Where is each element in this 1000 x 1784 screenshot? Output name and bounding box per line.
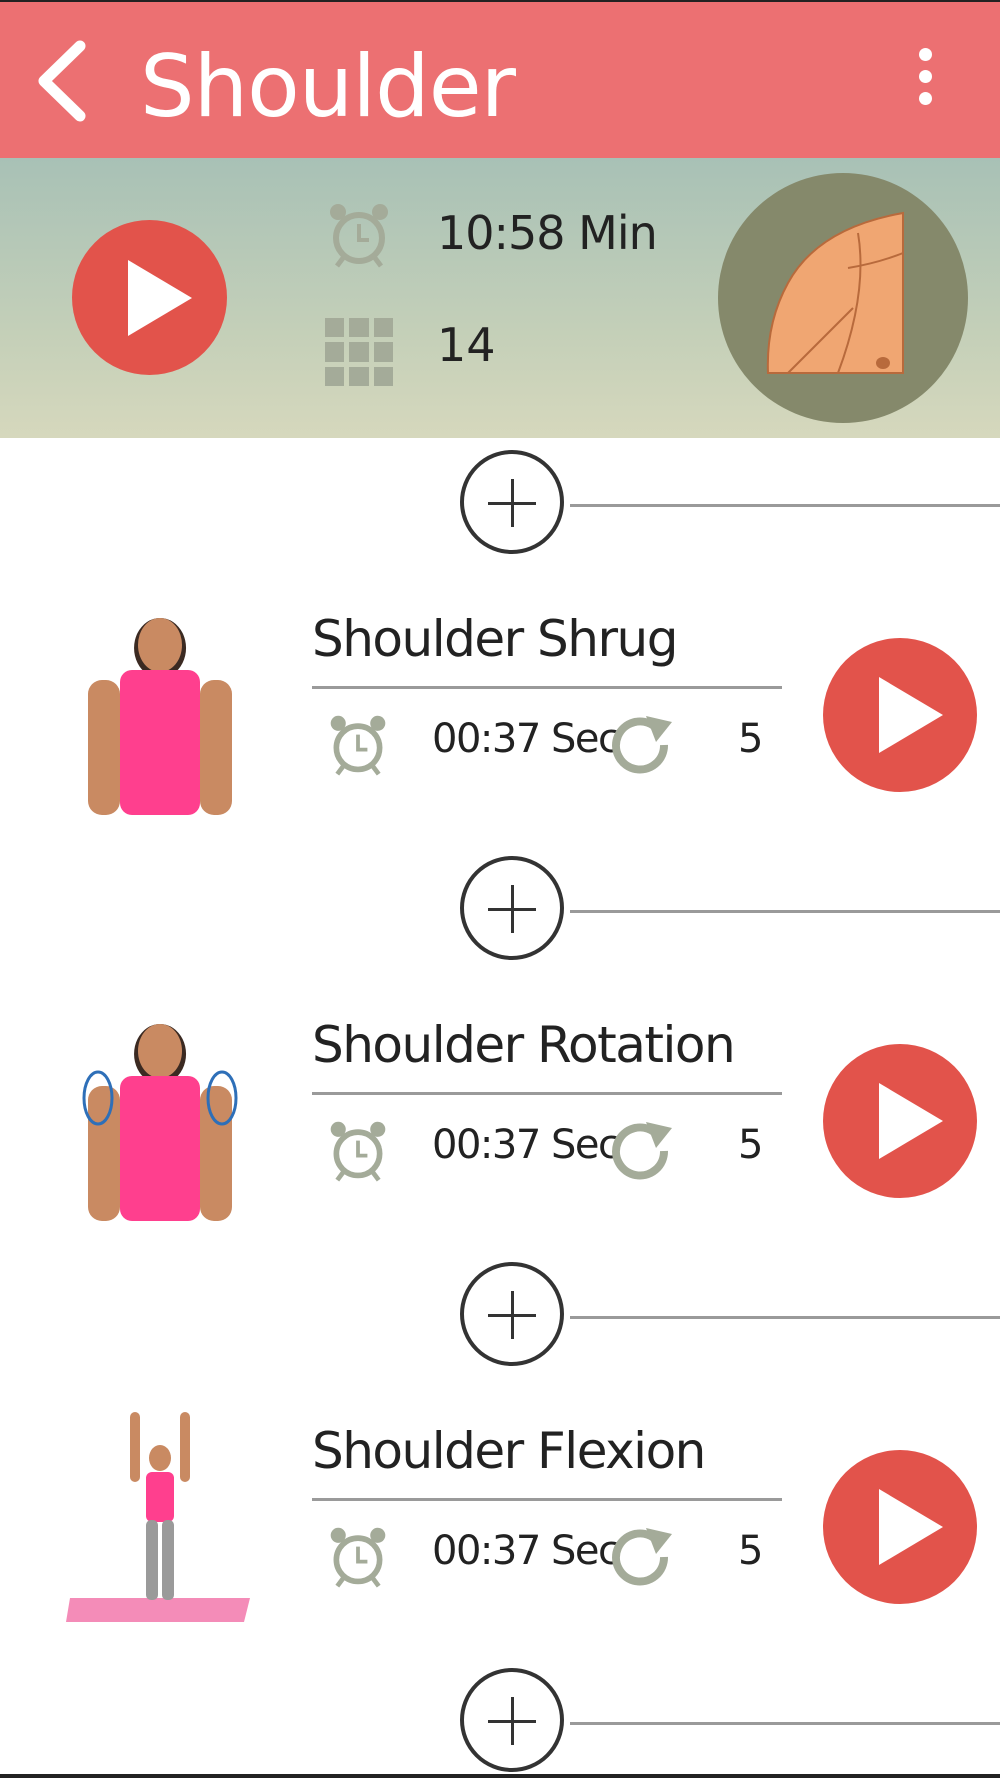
add-separator — [0, 1258, 1000, 1378]
repeat-icon — [612, 1122, 672, 1180]
exercise-name: Shoulder Flexion — [312, 1422, 706, 1480]
exercise-thumbnail — [66, 1412, 250, 1622]
repeat-icon — [612, 1528, 672, 1586]
play-exercise-button[interactable] — [823, 638, 977, 792]
exercise-name: Shoulder Shrug — [312, 610, 678, 668]
alarm-clock-icon — [330, 1121, 386, 1182]
add-separator — [0, 1664, 1000, 1784]
add-separator — [0, 446, 1000, 566]
start-workout-button[interactable] — [72, 220, 227, 375]
alarm-clock-icon — [330, 1527, 386, 1588]
alarm-clock-icon — [330, 715, 386, 776]
exercise-thumbnail — [82, 1024, 238, 1221]
back-icon[interactable] — [30, 36, 100, 126]
alarm-clock-icon — [330, 204, 388, 268]
workout-summary: 10:58 Min 14 — [0, 158, 1000, 438]
exercise-thumbnail — [88, 618, 232, 815]
total-duration: 10:58 Min — [437, 206, 658, 260]
exercise-row[interactable]: Shoulder Rotation 00:37 Sec 5 — [0, 1006, 1000, 1246]
divider — [312, 686, 782, 689]
exercise-name: Shoulder Rotation — [312, 1016, 736, 1074]
play-icon — [879, 1489, 943, 1565]
exercise-reps: 5 — [738, 1528, 764, 1574]
exercise-row[interactable]: Shoulder Flexion 00:37 Sec 5 — [0, 1412, 1000, 1652]
play-icon — [879, 1083, 943, 1159]
screen-edge — [0, 1774, 1000, 1778]
shoulder-muscle-image — [718, 173, 968, 423]
divider — [312, 1498, 782, 1501]
add-icon[interactable] — [460, 856, 564, 960]
divider — [312, 1092, 782, 1095]
play-icon — [128, 260, 192, 336]
exercise-reps: 5 — [738, 1122, 764, 1168]
add-separator — [0, 852, 1000, 972]
exercise-duration: 00:37 Sec — [432, 716, 620, 762]
exercise-count: 14 — [437, 318, 496, 372]
play-exercise-button[interactable] — [823, 1044, 977, 1198]
app-bar: Shoulder — [0, 0, 1000, 158]
grid-icon — [325, 318, 393, 386]
add-icon[interactable] — [460, 1668, 564, 1772]
exercise-duration: 00:37 Sec — [432, 1528, 620, 1574]
exercise-reps: 5 — [738, 716, 764, 762]
add-icon[interactable] — [460, 1262, 564, 1366]
add-icon[interactable] — [460, 450, 564, 554]
repeat-icon — [612, 716, 672, 774]
page-title: Shoulder — [140, 37, 516, 137]
exercise-duration: 00:37 Sec — [432, 1122, 620, 1168]
overflow-menu-icon[interactable] — [905, 40, 945, 120]
play-exercise-button[interactable] — [823, 1450, 977, 1604]
exercise-row[interactable]: Shoulder Shrug 00:37 Sec 5 — [0, 600, 1000, 840]
play-icon — [879, 677, 943, 753]
